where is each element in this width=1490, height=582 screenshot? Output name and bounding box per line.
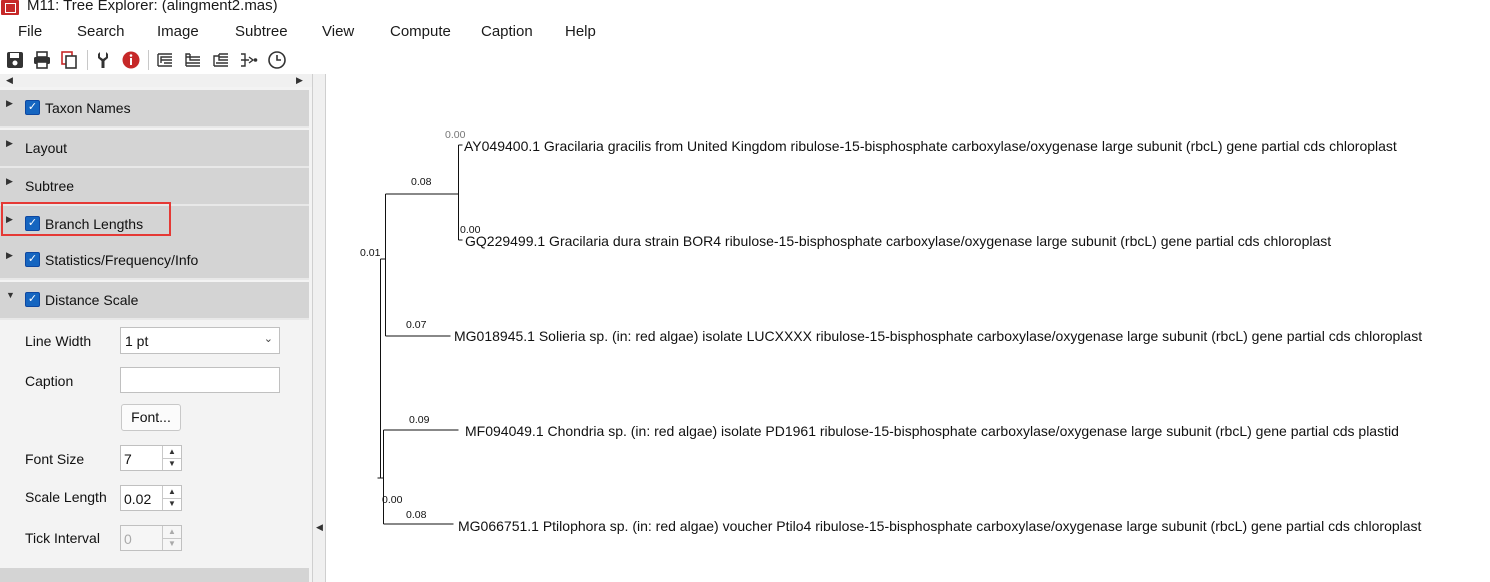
chevron-down-icon[interactable]: ⌄ (264, 332, 273, 345)
save-icon[interactable] (5, 50, 25, 70)
spin-down-icon[interactable]: ▼ (163, 458, 181, 470)
section-label: Distance Scale (45, 292, 139, 308)
tick-interval-value: 0 (124, 531, 132, 547)
font-size-value: 7 (124, 451, 132, 467)
radiation-tree-icon[interactable] (239, 50, 259, 70)
branch-length-label: 0.07 (406, 319, 427, 331)
phylogenetic-tree: 0.00 0.00 0.08 0.01 0.07 0.09 0.00 0.08 … (360, 129, 1422, 534)
tree-style-alt-icon[interactable] (183, 50, 203, 70)
window-title: M11: Tree Explorer: (alingment2.mas) (27, 0, 278, 14)
section-subtree[interactable]: ▶ Subtree (0, 168, 309, 206)
menu-bar: File Search Image Subtree View Compute C… (0, 20, 1490, 44)
caption-input[interactable] (120, 367, 280, 393)
scroll-left-icon[interactable]: ◀ (6, 75, 13, 86)
line-width-label: Line Width (25, 333, 92, 349)
menu-caption[interactable]: Caption (481, 23, 533, 40)
scale-length-value: 0.02 (124, 491, 152, 507)
menu-view[interactable]: View (322, 23, 354, 40)
branch-length-label: 0.08 (406, 509, 427, 521)
menu-search[interactable]: Search (77, 23, 125, 40)
toolbar-separator (87, 50, 88, 70)
section-label: Statistics/Frequency/Info (45, 252, 199, 268)
wrench-icon[interactable] (93, 50, 113, 70)
tick-interval-spinner[interactable]: 0 ▲ ▼ (120, 525, 182, 551)
panel-splitter[interactable]: ◀ (312, 74, 326, 582)
font-size-label: Font Size (25, 451, 85, 467)
scale-length-label: Scale Length (25, 489, 107, 505)
info-icon[interactable] (121, 50, 141, 70)
menu-file[interactable]: File (18, 23, 42, 40)
expand-arrow-icon[interactable]: ▶ (6, 138, 13, 149)
title-bar: M11: Tree Explorer: (alingment2.mas) (0, 0, 1490, 18)
highlight-annotation (1, 202, 171, 236)
tree-canvas[interactable]: 0.00 0.00 0.08 0.01 0.07 0.09 0.00 0.08 … (327, 74, 1490, 582)
collapse-arrow-icon[interactable]: ▼ (6, 290, 15, 300)
clock-icon[interactable] (267, 50, 287, 70)
section-taxon-names[interactable]: ▶ ✓ Taxon Names (0, 90, 309, 128)
section-label: Layout (25, 140, 68, 156)
expand-arrow-icon[interactable]: ▶ (6, 250, 13, 261)
print-icon[interactable] (32, 50, 52, 70)
branch-length-label: 0.09 (409, 414, 430, 426)
distance-scale-checkbox[interactable]: ✓ (25, 292, 40, 307)
menu-help[interactable]: Help (565, 23, 596, 40)
branch-length-label: 0.00 (445, 129, 466, 141)
taxon-label[interactable]: MG066751.1 Ptilophora sp. (in: red algae… (458, 518, 1422, 534)
taxon-label[interactable]: MG018945.1 Solieria sp. (in: red algae) … (454, 328, 1422, 344)
tree-compact-icon[interactable] (211, 50, 231, 70)
copy-icon[interactable] (59, 50, 79, 70)
menu-image[interactable]: Image (157, 23, 199, 40)
toolbar-separator (148, 50, 149, 70)
taxon-names-checkbox[interactable]: ✓ (25, 100, 40, 115)
section-distance-scale[interactable]: ▼ ✓ Distance Scale (0, 282, 309, 320)
scroll-right-icon[interactable]: ▶ (296, 75, 303, 86)
scale-length-spinner[interactable]: 0.02 ▲ ▼ (120, 485, 182, 511)
taxon-label[interactable]: MF094049.1 Chondria sp. (in: red algae) … (465, 423, 1399, 439)
statistics-checkbox[interactable]: ✓ (25, 252, 40, 267)
panel-horizontal-scrollbar[interactable]: ◀ ▶ (0, 74, 312, 87)
branch-length-label: 0.00 (382, 494, 403, 506)
caption-label: Caption (25, 373, 74, 389)
expand-arrow-icon[interactable]: ▶ (6, 176, 13, 187)
font-size-spinner[interactable]: 7 ▲ ▼ (120, 445, 182, 471)
options-panel: ◀ ▶ ▶ ✓ Taxon Names ▶ Layout ▶ Subtree ▶… (0, 74, 312, 582)
section-label: Taxon Names (45, 100, 131, 116)
branch-length-label: 0.08 (411, 176, 432, 188)
branch-length-label: 0.01 (360, 247, 381, 259)
menu-compute[interactable]: Compute (390, 23, 451, 40)
next-section-header[interactable] (0, 568, 309, 582)
collapse-panel-icon[interactable]: ◀ (316, 522, 323, 533)
toolbar (0, 46, 1490, 74)
section-label: Subtree (25, 178, 75, 194)
expand-arrow-icon[interactable]: ▶ (6, 98, 13, 109)
tree-style-icon[interactable] (155, 50, 175, 70)
tick-interval-label: Tick Interval (25, 530, 100, 546)
section-statistics[interactable]: ▶ ✓ Statistics/Frequency/Info (0, 242, 309, 280)
spin-down-icon[interactable]: ▼ (163, 498, 181, 510)
line-width-select[interactable]: 1 pt ⌄ (120, 327, 280, 354)
taxon-label[interactable]: AY049400.1 Gracilaria gracilis from Unit… (464, 138, 1397, 154)
section-layout[interactable]: ▶ Layout (0, 130, 309, 168)
spin-down-icon[interactable]: ▼ (163, 538, 181, 550)
font-button[interactable]: Font... (121, 404, 181, 431)
taxon-label[interactable]: GQ229499.1 Gracilaria dura strain BOR4 r… (465, 233, 1331, 249)
app-icon (1, 0, 19, 15)
line-width-value: 1 pt (125, 333, 149, 349)
menu-subtree[interactable]: Subtree (235, 23, 288, 40)
